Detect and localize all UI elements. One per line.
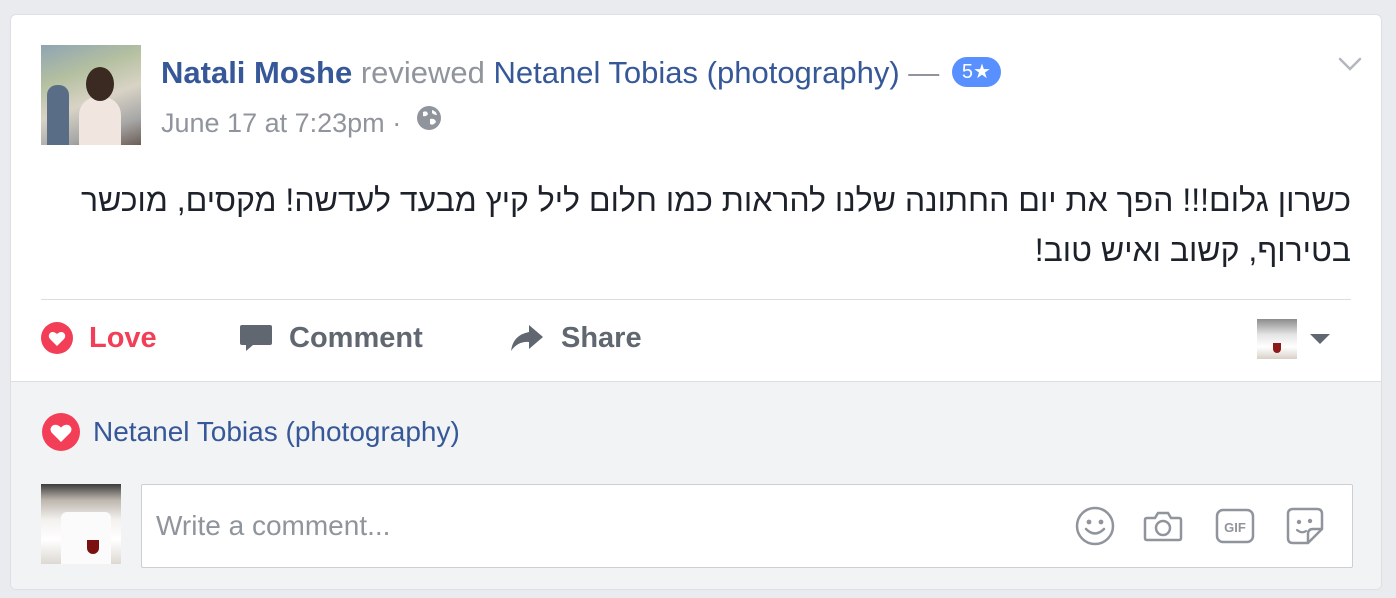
post-actions-bar: Love Comment Share xyxy=(41,313,1351,363)
meta-separator: · xyxy=(392,108,402,138)
share-arrow-icon xyxy=(511,325,543,351)
svg-text:GIF: GIF xyxy=(1224,520,1246,535)
comment-composer: GIF xyxy=(141,484,1353,568)
rating-badge: 5★ xyxy=(951,56,1001,87)
comment-button[interactable]: Comment xyxy=(239,313,423,363)
camera-icon[interactable] xyxy=(1142,505,1184,547)
author-name-link[interactable]: Natali Moshe xyxy=(161,55,352,90)
post-footer: Netanel Tobias (photography) Write a com… xyxy=(11,381,1381,589)
reviewed-page-link[interactable]: Netanel Tobias (photography) xyxy=(494,55,900,90)
heart-icon xyxy=(42,413,80,451)
reaction-summary[interactable]: Netanel Tobias (photography) xyxy=(41,412,460,452)
love-button[interactable]: Love xyxy=(41,313,157,363)
share-label: Share xyxy=(561,321,642,354)
review-post-card: Natali Moshe reviewed Netanel Tobias (ph… xyxy=(10,14,1382,590)
chevron-down-icon[interactable] xyxy=(1335,49,1365,79)
sticker-icon[interactable] xyxy=(1284,505,1326,547)
caret-down-icon xyxy=(1310,334,1330,344)
post-title-line: Natali Moshe reviewed Netanel Tobias (ph… xyxy=(161,51,1001,95)
avatar-figure-body xyxy=(79,97,121,145)
avatar-figure-head xyxy=(86,67,114,101)
selected-identity-avatar xyxy=(1257,319,1297,359)
avatar-wine xyxy=(87,540,99,554)
comment-bubble-icon xyxy=(240,325,272,351)
gif-icon[interactable]: GIF xyxy=(1214,505,1256,547)
post-body-text: כשרון גלום!!! הפך את יום החתונה שלנו להר… xyxy=(80,182,1351,268)
reaction-audience-selector[interactable] xyxy=(1257,319,1331,359)
dash-separator: — xyxy=(908,55,940,90)
love-label: Love xyxy=(89,321,157,354)
globe-icon[interactable] xyxy=(415,104,443,141)
action-text: reviewed xyxy=(360,55,485,90)
comment-input[interactable] xyxy=(156,485,1036,567)
author-avatar[interactable] xyxy=(41,45,141,145)
heart-icon xyxy=(41,322,73,354)
avatar-dress xyxy=(61,512,111,564)
post-header: Natali Moshe reviewed Netanel Tobias (ph… xyxy=(41,45,1351,145)
action-divider xyxy=(41,299,1351,300)
commenter-avatar[interactable] xyxy=(41,484,121,564)
avatar-wine-glass xyxy=(1273,343,1281,353)
share-button[interactable]: Share xyxy=(509,313,642,363)
post-meta: June 17 at 7:23pm · xyxy=(161,105,443,141)
reactor-name-link[interactable]: Netanel Tobias (photography) xyxy=(93,416,460,448)
emoji-icon[interactable] xyxy=(1074,505,1116,547)
avatar-background-figure xyxy=(47,85,69,145)
post-timestamp[interactable]: June 17 at 7:23pm xyxy=(161,108,385,138)
comment-label: Comment xyxy=(289,321,423,354)
